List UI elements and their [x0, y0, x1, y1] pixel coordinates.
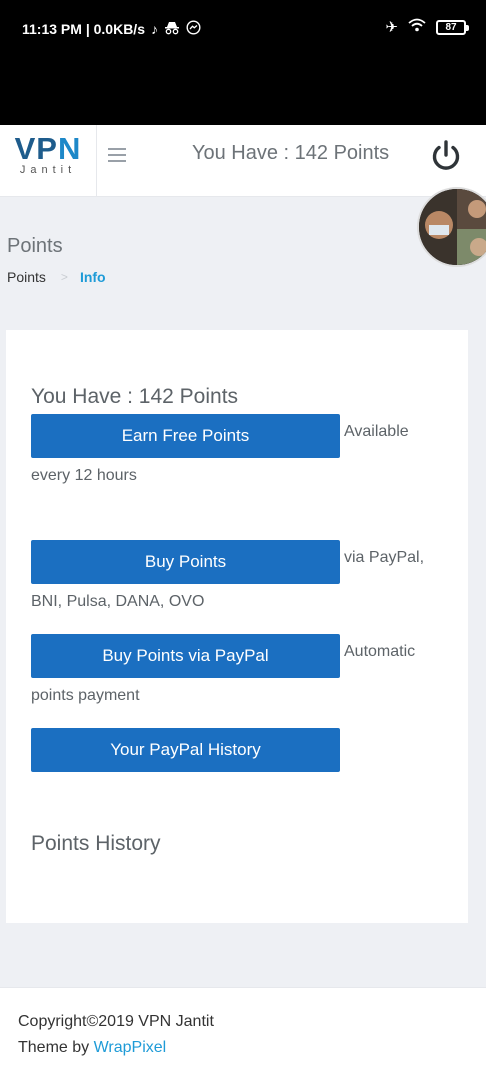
buy-paypal-row: Buy Points via PayPal Automatic points pa…	[31, 634, 445, 713]
power-icon[interactable]	[429, 139, 463, 173]
top-header: VPN Jantit You Have : 142 Points	[0, 125, 486, 197]
chevron-right-icon: >	[60, 270, 68, 284]
breadcrumb-active: Info	[79, 269, 106, 285]
menu-toggle-icon[interactable]	[108, 148, 126, 162]
buy-points-row: Buy Points via PayPal, BNI, Pulsa, DANA, …	[31, 540, 445, 619]
paypal-history-button[interactable]: Your PayPal History	[31, 728, 340, 772]
status-right: ✈ 87	[385, 18, 469, 36]
status-left: 11:13 PM | 0.0KB/s ♪	[22, 20, 201, 38]
logo-text-n: N	[57, 131, 82, 166]
status-time-speed: 11:13 PM | 0.0KB/s	[22, 21, 145, 37]
status-bar: 11:13 PM | 0.0KB/s ♪ ✈ 87	[0, 0, 486, 125]
footer-wrappixel-link[interactable]: WrapPixel	[94, 1039, 167, 1056]
logo-text-vp: VP	[14, 131, 58, 166]
chat-head-avatar[interactable]	[417, 187, 486, 267]
buy-points-button[interactable]: Buy Points	[31, 540, 340, 584]
tiktok-icon: ♪	[150, 21, 158, 37]
buy-points-paypal-button[interactable]: Buy Points via PayPal	[31, 634, 340, 678]
paypal-history-row: Your PayPal History	[31, 728, 445, 772]
breadcrumb: Points > Info	[7, 269, 106, 285]
messenger-icon	[186, 20, 201, 38]
points-history-heading: Points History	[31, 832, 161, 855]
logo[interactable]: VPN Jantit	[0, 125, 97, 197]
earn-points-row: Earn Free Points Available every 12 hours	[31, 414, 445, 493]
wifi-icon	[408, 18, 426, 36]
logo-text: VPN	[0, 133, 96, 165]
points-card: You Have : 142 Points Earn Free Points Av…	[6, 330, 468, 923]
battery-icon: 87	[436, 19, 469, 35]
breadcrumb-home[interactable]: Points	[7, 269, 46, 285]
footer: Copyright©2019 VPN Jantit Theme by WrapP…	[0, 987, 486, 1080]
airplane-icon: ✈	[385, 19, 398, 36]
incognito-icon	[164, 21, 180, 38]
earn-free-points-button[interactable]: Earn Free Points	[31, 414, 340, 458]
footer-copyright: Copyright©2019 VPN Jantit	[18, 1013, 214, 1030]
card-points-heading: You Have : 142 Points	[31, 385, 239, 408]
footer-theme-label: Theme by	[18, 1039, 90, 1056]
header-points-text: You Have : 142 Points	[192, 142, 390, 164]
page-title: Points	[7, 235, 63, 257]
footer-theme-credit: Theme by WrapPixel	[18, 1039, 166, 1057]
